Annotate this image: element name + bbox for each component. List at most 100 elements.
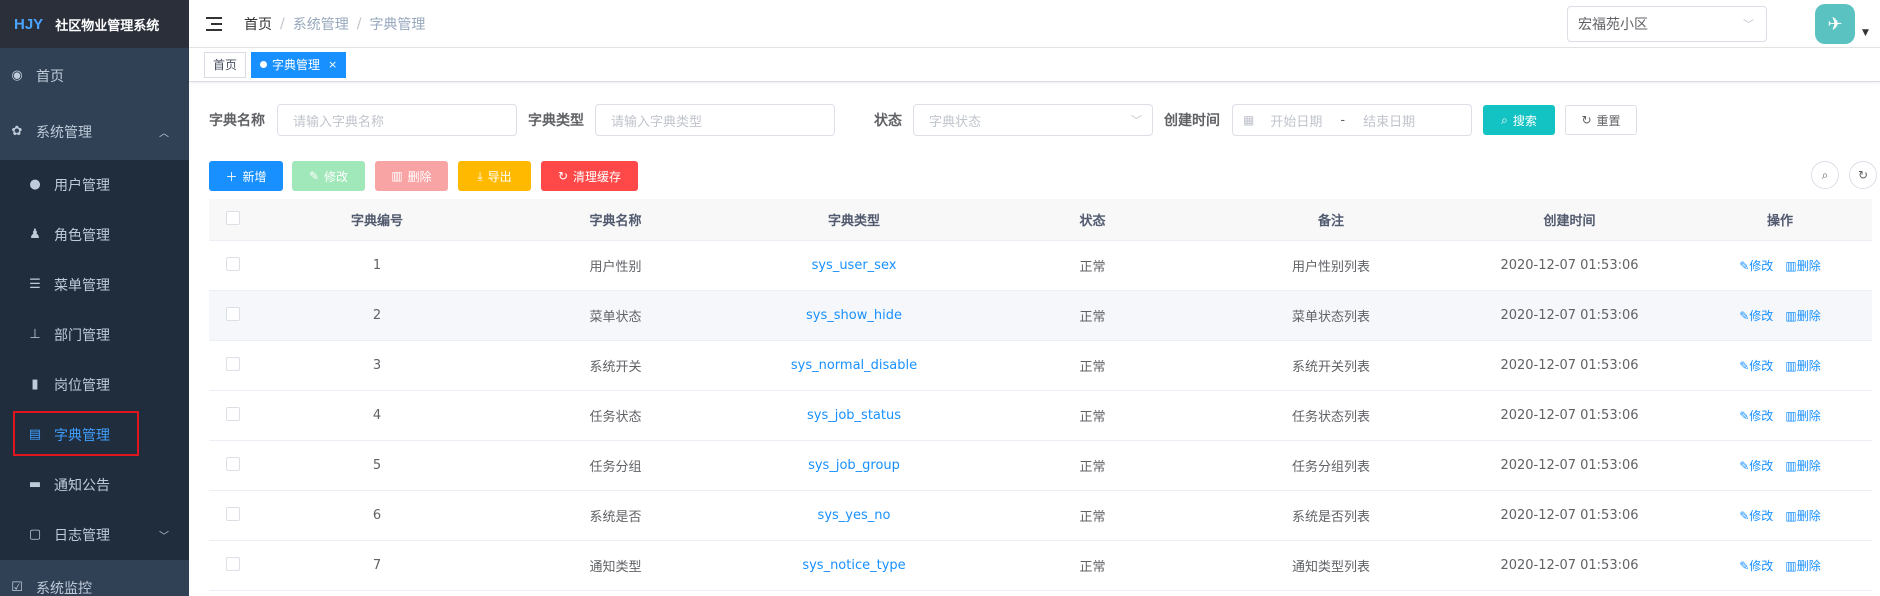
cell-name: 系统开关 xyxy=(589,360,642,375)
sidebar-item-home[interactable]: ◉ 首页 xyxy=(0,48,189,104)
table-row[interactable]: 3 系统开关 sys_normal_disable 正常 系统开关列表 2020… xyxy=(209,341,1872,391)
tag-label: 首页 xyxy=(213,57,238,72)
cell-id: 1 xyxy=(372,258,382,273)
cell-name: 通知类型 xyxy=(589,560,642,575)
cell-id: 2 xyxy=(372,308,382,323)
sidebar-item-roles[interactable]: ♟ 角色管理 xyxy=(0,210,189,260)
breadcrumb-system: 系统管理 xyxy=(292,16,349,33)
row-checkbox[interactable] xyxy=(226,506,240,521)
row-checkbox[interactable] xyxy=(226,556,240,571)
row-delete-button[interactable]: ▥删除 xyxy=(1785,509,1820,523)
row-checkbox[interactable] xyxy=(226,406,240,421)
dict-type-input[interactable]: 请输入字典类型 xyxy=(595,104,835,136)
refresh-button[interactable]: ↻ xyxy=(1849,161,1877,189)
trash-icon: ▥ xyxy=(1785,259,1797,273)
breadcrumb-home[interactable]: 首页 xyxy=(244,14,272,34)
row-delete-button[interactable]: ▥删除 xyxy=(1785,359,1820,373)
sidebar-item-system[interactable]: ✿ 系统管理 ︿ xyxy=(0,104,189,160)
row-edit-button[interactable]: ✎修改 xyxy=(1739,309,1773,323)
tag-dict[interactable]: 字典管理 × xyxy=(251,51,347,78)
user-icon: ● xyxy=(29,177,41,192)
export-button[interactable]: ⤓ 导出 xyxy=(458,161,531,191)
cell-time: 2020-12-07 01:53:06 xyxy=(1500,358,1639,373)
sidebar: HJY 社区物业管理系统 ◉ 首页 ✿ 系统管理 ︿ ● 用户管理 ♟ 角色管理… xyxy=(0,0,189,596)
row-delete-label: 删除 xyxy=(1796,409,1821,423)
avatar[interactable]: ✈ xyxy=(1815,4,1855,44)
row-edit-button[interactable]: ✎修改 xyxy=(1739,459,1773,473)
select-all-checkbox[interactable] xyxy=(226,210,240,225)
table-row[interactable]: 1 用户性别 sys_user_sex 正常 用户性别列表 2020-12-07… xyxy=(209,241,1872,291)
table-header: 字典编号 字典名称 字典类型 状态 备注 创建时间 操作 xyxy=(209,199,1872,241)
cell-type-link[interactable]: sys_user_sex xyxy=(734,258,974,273)
dict-name-input[interactable]: 请输入字典名称 xyxy=(277,104,517,136)
sidebar-item-notices[interactable]: ▬ 通知公告 xyxy=(0,460,189,510)
clear-cache-button[interactable]: ↻ 清理缓存 xyxy=(541,161,638,191)
tag-home[interactable]: 首页 xyxy=(204,51,247,78)
delete-button-label: 删除 xyxy=(407,169,432,184)
row-delete-button[interactable]: ▥删除 xyxy=(1785,459,1820,473)
edit-button[interactable]: ✎ 修改 xyxy=(292,161,365,191)
sidebar-item-logs[interactable]: ▢ 日志管理 ﹀ xyxy=(0,510,189,560)
cell-type-link[interactable]: sys_normal_disable xyxy=(734,358,974,373)
sidebar-item-depts[interactable]: ⊥ 部门管理 xyxy=(0,310,189,360)
add-button[interactable]: ＋ 新增 xyxy=(209,161,283,191)
selection-highlight xyxy=(13,411,139,456)
community-select[interactable]: 宏福苑小区 ﹀ xyxy=(1567,6,1767,42)
sidebar-item-users[interactable]: ● 用户管理 xyxy=(0,160,189,210)
sidebar-item-label: 部门管理 xyxy=(54,328,110,344)
row-edit-label: 修改 xyxy=(1749,559,1774,573)
row-checkbox[interactable] xyxy=(226,356,240,371)
app-root: HJY 社区物业管理系统 ◉ 首页 ✿ 系统管理 ︿ ● 用户管理 ♟ 角色管理… xyxy=(0,0,1880,596)
row-edit-button[interactable]: ✎修改 xyxy=(1739,509,1773,523)
sidebar-item-posts[interactable]: ▮ 岗位管理 xyxy=(0,360,189,410)
toggle-search-button[interactable]: ⌕ xyxy=(1811,161,1839,189)
table-row[interactable]: 5 任务分组 sys_job_group 正常 任务分组列表 2020-12-0… xyxy=(209,441,1872,491)
row-delete-button[interactable]: ▥删除 xyxy=(1785,259,1820,273)
row-delete-button[interactable]: ▥删除 xyxy=(1785,309,1820,323)
row-delete-label: 删除 xyxy=(1796,359,1821,373)
cell-remark: 系统是否列表 xyxy=(1291,510,1370,525)
row-edit-button[interactable]: ✎修改 xyxy=(1739,259,1773,273)
reset-button[interactable]: ↻ 重置 xyxy=(1565,105,1637,135)
sidebar-item-monitor[interactable]: ☑ 系统监控 xyxy=(0,560,189,596)
cell-type-link[interactable]: sys_show_hide xyxy=(734,308,974,323)
search-icon: ⌕ xyxy=(1821,167,1829,182)
row-delete-button[interactable]: ▥删除 xyxy=(1785,409,1820,423)
row-edit-button[interactable]: ✎修改 xyxy=(1739,359,1773,373)
tags-view: 首页 字典管理 × xyxy=(189,48,1880,82)
search-button[interactable]: ⌕ 搜索 xyxy=(1483,105,1555,135)
table-row[interactable]: 6 系统是否 sys_yes_no 正常 系统是否列表 2020-12-07 0… xyxy=(209,491,1872,541)
chevron-down-icon: ﹀ xyxy=(1743,18,1754,31)
close-icon[interactable]: × xyxy=(328,53,337,77)
row-edit-button[interactable]: ✎修改 xyxy=(1739,409,1773,423)
table-row[interactable]: 7 通知类型 sys_notice_type 正常 通知类型列表 2020-12… xyxy=(209,541,1872,591)
cell-id: 5 xyxy=(372,458,382,473)
row-edit-button[interactable]: ✎修改 xyxy=(1739,559,1773,573)
table-row[interactable]: 4 任务状态 sys_job_status 正常 任务状态列表 2020-12-… xyxy=(209,391,1872,441)
cell-type-link[interactable]: sys_yes_no xyxy=(734,508,974,523)
edit-icon: ✎ xyxy=(1739,459,1750,473)
row-checkbox[interactable] xyxy=(226,256,240,271)
edit-icon: ✎ xyxy=(308,169,320,183)
cell-type-link[interactable]: sys_notice_type xyxy=(734,558,974,573)
row-checkbox[interactable] xyxy=(226,306,240,321)
sidebar-logo[interactable]: HJY 社区物业管理系统 xyxy=(0,0,189,48)
delete-button[interactable]: ▥ 删除 xyxy=(375,161,448,191)
trash-icon: ▥ xyxy=(1785,409,1797,423)
dict-name-placeholder: 请输入字典名称 xyxy=(293,114,385,130)
cell-type-link[interactable]: sys_job_status xyxy=(734,408,974,423)
status-select[interactable]: 字典状态 ﹀ xyxy=(913,104,1153,136)
select-all-cell xyxy=(209,210,257,229)
sidebar-item-menus[interactable]: ☰ 菜单管理 xyxy=(0,260,189,310)
trash-icon: ▥ xyxy=(1785,309,1797,323)
table-row[interactable]: 2 菜单状态 sys_show_hide 正常 菜单状态列表 2020-12-0… xyxy=(209,291,1872,341)
date-range-picker[interactable]: ▦ 开始日期 - 结束日期 xyxy=(1232,104,1472,136)
hamburger-icon[interactable] xyxy=(206,14,226,34)
row-delete-button[interactable]: ▥删除 xyxy=(1785,559,1820,573)
cell-type-link[interactable]: sys_job_group xyxy=(734,458,974,473)
row-edit-label: 修改 xyxy=(1749,459,1774,473)
row-checkbox[interactable] xyxy=(226,456,240,471)
cell-time: 2020-12-07 01:53:06 xyxy=(1500,458,1639,473)
caret-down-icon[interactable]: ▼ xyxy=(1862,28,1869,38)
row-select-cell xyxy=(209,406,257,425)
